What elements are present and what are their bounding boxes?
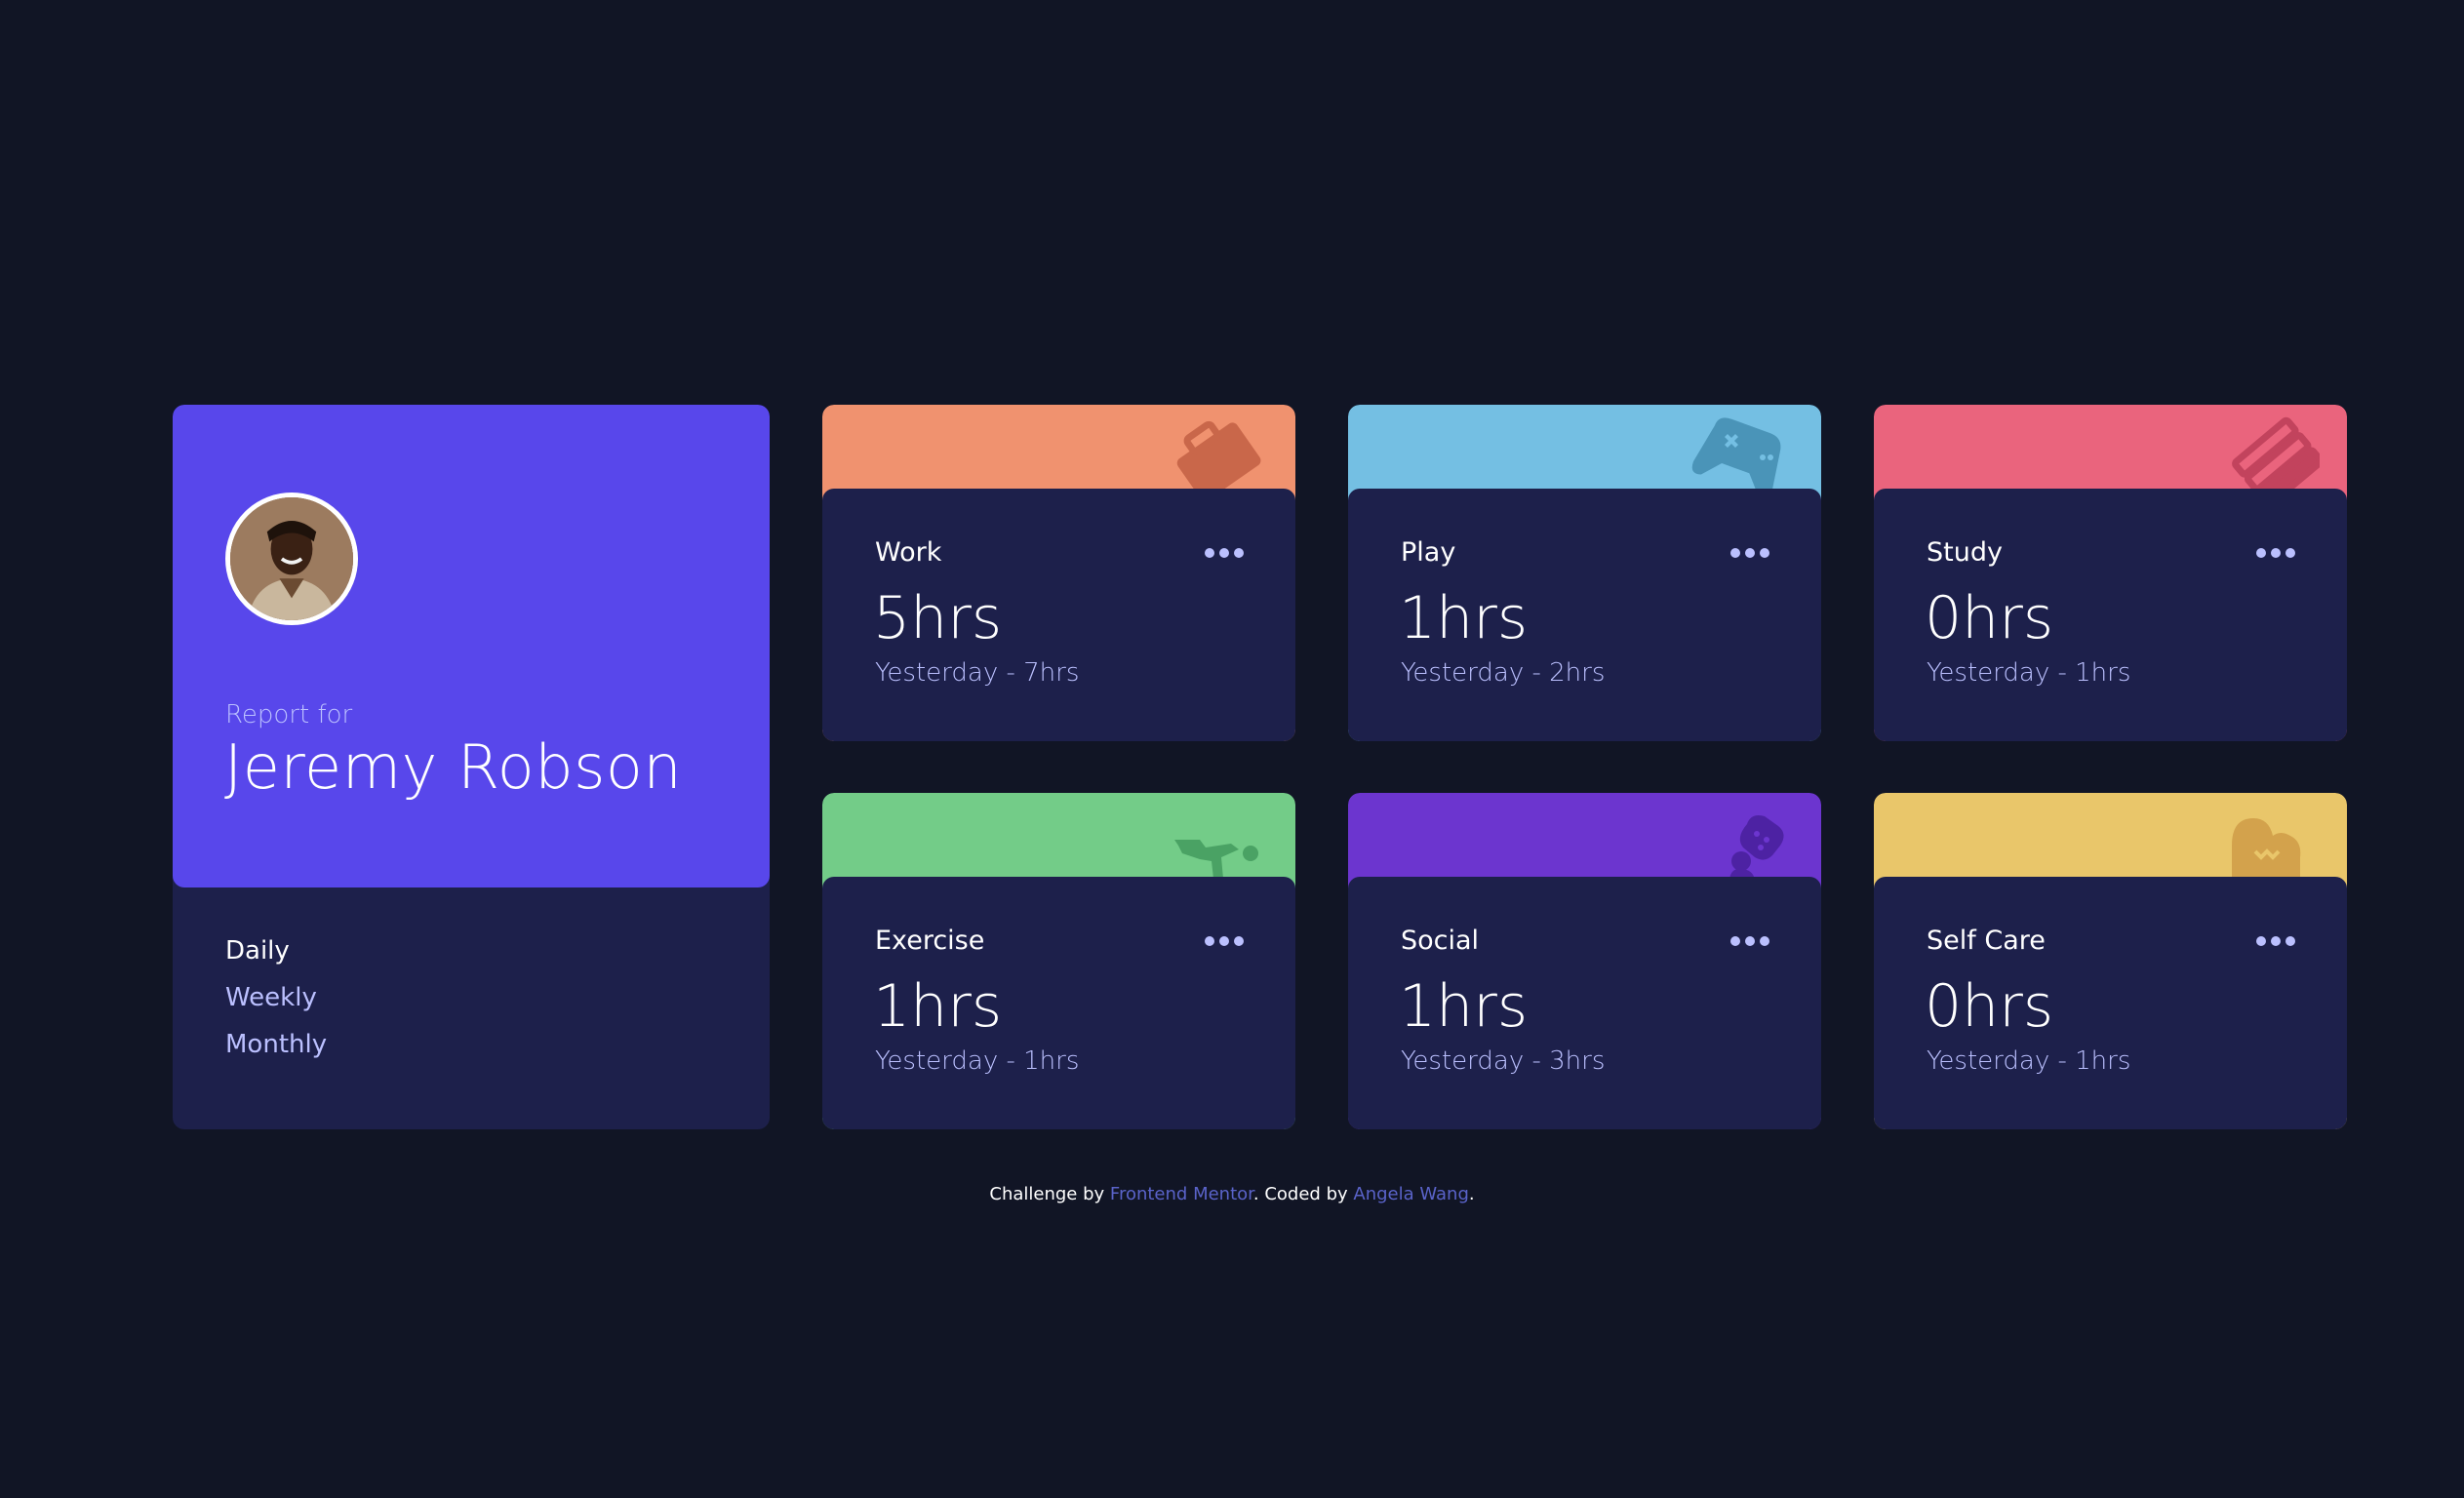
card-social: Social 1hrs Yesterday - 3hrs: [1348, 793, 1821, 1129]
previous-hours: Yesterday - 3hrs: [1401, 1046, 1606, 1076]
period-weekly[interactable]: Weekly: [225, 983, 327, 1012]
card-work-body: Work 5hrs Yesterday - 7hrs: [822, 489, 1295, 741]
more-options-icon[interactable]: [1729, 935, 1770, 947]
card-title: Self Care: [1927, 926, 2046, 956]
report-for-label: Report for: [225, 700, 353, 729]
card-play: Play 1hrs Yesterday - 2hrs: [1348, 405, 1821, 741]
more-options-icon[interactable]: [2255, 547, 2296, 559]
current-hours: 5hrs: [873, 584, 1003, 652]
avatar: [225, 493, 358, 625]
card-play-body: Play 1hrs Yesterday - 2hrs: [1348, 489, 1821, 741]
current-hours: 1hrs: [1399, 972, 1529, 1041]
attribution-suffix: .: [1468, 1184, 1475, 1204]
card-title: Study: [1927, 537, 2003, 568]
previous-hours: Yesterday - 2hrs: [1401, 658, 1606, 688]
frontend-mentor-link[interactable]: Frontend Mentor: [1110, 1184, 1253, 1204]
card-exercise-body: Exercise 1hrs Yesterday - 1hrs: [822, 877, 1295, 1129]
tracking-dashboard: Report for Jeremy Robson Daily Weekly Mo…: [173, 405, 2348, 1129]
card-study-body: Study 0hrs Yesterday - 1hrs: [1874, 489, 2347, 741]
current-hours: 0hrs: [1925, 972, 2054, 1041]
card-title: Social: [1401, 926, 1480, 956]
card-social-body: Social 1hrs Yesterday - 3hrs: [1348, 877, 1821, 1129]
card-title: Work: [875, 537, 942, 568]
attribution-prefix: Challenge by: [989, 1184, 1105, 1204]
card-exercise: Exercise 1hrs Yesterday - 1hrs: [822, 793, 1295, 1129]
previous-hours: Yesterday - 1hrs: [1927, 1046, 2131, 1076]
previous-hours: Yesterday - 1hrs: [1927, 658, 2131, 688]
more-options-icon[interactable]: [2255, 935, 2296, 947]
attribution: Challenge by Frontend Mentor. Coded by A…: [0, 1184, 2464, 1204]
card-title: Exercise: [875, 926, 985, 956]
attribution-middle: . Coded by: [1252, 1184, 1348, 1204]
author-link[interactable]: Angela Wang: [1353, 1184, 1469, 1204]
card-self-care-body: Self Care 0hrs Yesterday - 1hrs: [1874, 877, 2347, 1129]
user-name: Jeremy Robson: [224, 731, 683, 803]
card-self-care: Self Care 0hrs Yesterday - 1hrs: [1874, 793, 2347, 1129]
current-hours: 0hrs: [1925, 584, 2054, 652]
period-selector: Daily Weekly Monthly: [225, 936, 327, 1059]
current-hours: 1hrs: [1399, 584, 1529, 652]
profile-card: Report for Jeremy Robson Daily Weekly Mo…: [173, 405, 770, 1129]
card-study: Study 0hrs Yesterday - 1hrs: [1874, 405, 2347, 741]
current-hours: 1hrs: [873, 972, 1003, 1041]
previous-hours: Yesterday - 1hrs: [875, 1046, 1080, 1076]
card-title: Play: [1401, 537, 1456, 568]
previous-hours: Yesterday - 7hrs: [875, 658, 1080, 688]
profile-header: Report for Jeremy Robson: [173, 405, 770, 887]
more-options-icon[interactable]: [1204, 935, 1245, 947]
period-monthly[interactable]: Monthly: [225, 1030, 327, 1059]
period-daily[interactable]: Daily: [225, 936, 327, 966]
more-options-icon[interactable]: [1729, 547, 1770, 559]
card-work: Work 5hrs Yesterday - 7hrs: [822, 405, 1295, 741]
more-options-icon[interactable]: [1204, 547, 1245, 559]
